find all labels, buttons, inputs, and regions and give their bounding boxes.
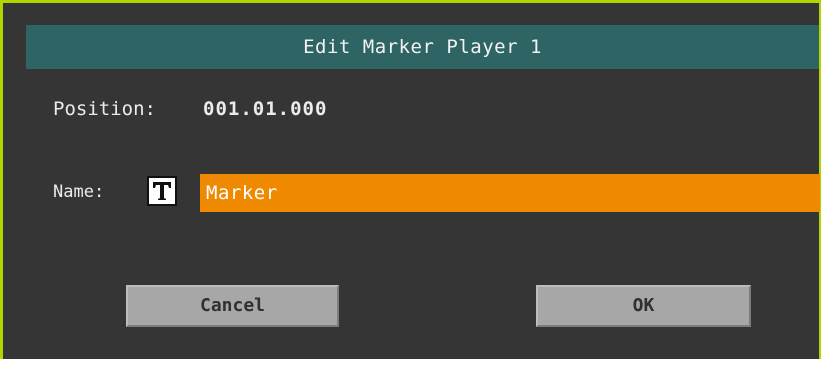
- dialog-title: Edit Marker Player 1: [26, 25, 819, 69]
- t-glyph-icon: [153, 182, 171, 200]
- text-edit-icon[interactable]: [147, 176, 177, 206]
- name-field[interactable]: Marker: [200, 174, 820, 212]
- ok-button[interactable]: OK: [536, 285, 751, 327]
- position-value: 001.01.000: [203, 98, 328, 120]
- name-label: Name:: [53, 182, 105, 202]
- position-label: Position:: [53, 98, 156, 120]
- edit-marker-dialog: Edit Marker Player 1 Position: 001.01.00…: [0, 0, 821, 359]
- cancel-button[interactable]: Cancel: [126, 285, 339, 327]
